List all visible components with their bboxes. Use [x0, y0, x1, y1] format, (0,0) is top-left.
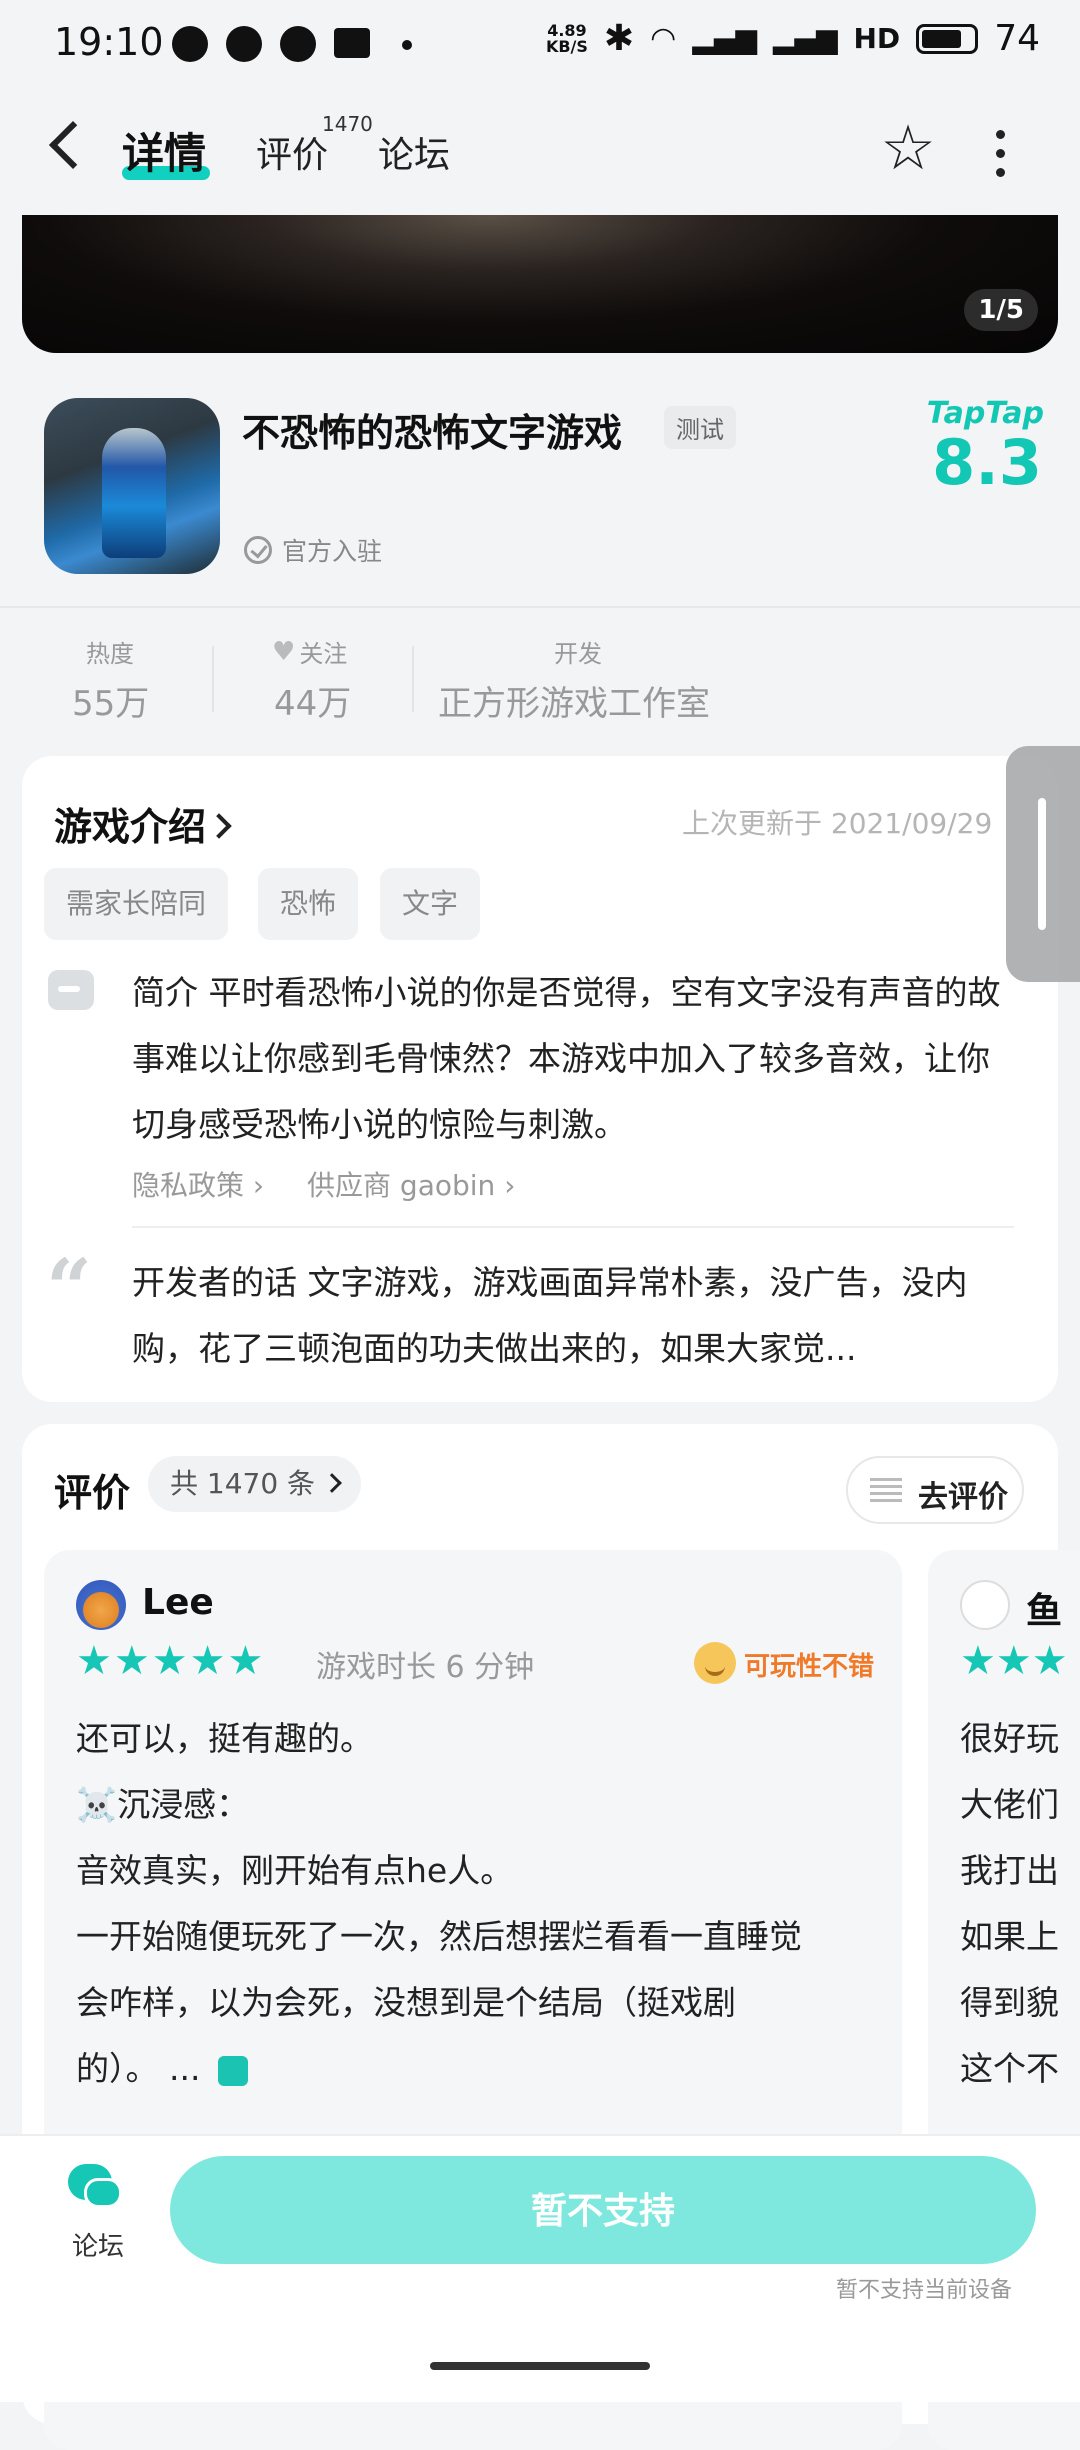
bluetooth-icon: ✱ [603, 18, 635, 59]
test-badge: 测试 [664, 406, 736, 449]
review-playtime: 游戏时长 6 分钟 [316, 1650, 535, 1685]
review-text: 还可以，挺有趣的。 ☠️沉浸感： 音效真实，刚开始有点he人。 一开始随便玩死了… [76, 1719, 802, 2088]
download-button[interactable]: 暂不支持 [170, 2156, 1036, 2264]
quote-icon: “ [46, 1241, 93, 1335]
forum-icon[interactable] [68, 2164, 122, 2210]
rating-stars: ★★★ [960, 1638, 1068, 1684]
write-review-icon [870, 1478, 902, 1504]
heart-icon: ♥ [272, 636, 296, 667]
network-type: HD [853, 22, 901, 55]
tab-reviews[interactable]: 评价 [256, 126, 328, 178]
top-nav: 详情 评价 1470 论坛 ☆ [0, 90, 1080, 215]
stat-label-developer: 开发 [554, 640, 602, 668]
tag-horror[interactable]: 恐怖 [258, 868, 359, 940]
rating-score: 8.3 [932, 426, 1042, 499]
game-title: 不恐怖的恐怖文字游戏 [242, 411, 623, 455]
tab-forum[interactable]: 论坛 [378, 126, 450, 178]
review-username[interactable]: Lee [142, 1582, 214, 1623]
forum-label[interactable]: 论坛 [72, 2226, 124, 2263]
avatar[interactable] [960, 1580, 1010, 1630]
reviews-title: 评价 [54, 1471, 131, 1515]
developer-words[interactable]: 开发者的话 文字游戏，游戏画面异常朴素，没广告，没内购，花了三顿泡面的功夫做出来… [132, 1250, 1012, 1382]
verified-check-icon [244, 536, 272, 564]
unsupported-note: 暂不支持当前设备 [836, 2278, 1013, 2303]
divider [0, 606, 1080, 608]
notification-icon [172, 26, 208, 62]
stat-separator [412, 646, 414, 712]
write-review-button[interactable]: 去评价 [846, 1456, 1024, 1524]
official-badge: 官方入驻 [244, 532, 382, 568]
review-text: 很好玩 大佬们 我打出 如果上 得到貌 这个不 [960, 1719, 1059, 2088]
update-time: 上次更新于 2021/09/29 [682, 807, 993, 840]
battery-level: 74 [994, 18, 1040, 59]
stat-label-popularity: 热度 [86, 640, 134, 668]
signal-icon-2: ▂▄▆ [772, 22, 838, 55]
game-description: 简介 平时看恐怖小说的你是否觉得，空有文字没有声音的故事难以让你感到毛骨悚然？本… [132, 973, 1001, 1144]
stat-value-follow: 44万 [274, 684, 352, 724]
smile-icon [694, 1642, 736, 1684]
status-bar: 19:10 4.89 KB/S ✱ ◠ ▂▄▆ ▂▄▆ HD 74 [0, 0, 1080, 90]
signal-icon-1: ▂▄▆ [692, 22, 757, 55]
chevron-right-icon [206, 812, 232, 839]
battery-icon [916, 23, 979, 54]
wifi-icon: ◠ [650, 21, 677, 56]
game-icon[interactable] [44, 398, 220, 574]
tag-parental[interactable]: 需家长陪同 [44, 868, 229, 940]
banner-page-counter: 1/5 [964, 289, 1038, 331]
developer-link[interactable]: 正方形游戏工作室 [438, 676, 710, 725]
stat-value-popularity: 55万 [72, 684, 150, 724]
follow-star-icon[interactable]: ☆ [876, 116, 940, 180]
tab-details[interactable]: 详情 [122, 120, 206, 181]
supplier-link[interactable]: 供应商 gaobin › [307, 1169, 515, 1202]
stat-separator [212, 646, 214, 712]
image-icon [218, 2055, 249, 2086]
stat-label-follow: ♥ 关注 [272, 636, 348, 669]
intro-links: 隐私政策 › 供应商 gaobin › [132, 1164, 515, 1204]
more-options-icon[interactable] [996, 130, 1006, 187]
back-icon[interactable] [48, 120, 98, 170]
intro-title[interactable]: 游戏介绍 [54, 796, 232, 851]
mail-icon [334, 28, 370, 58]
tag-text[interactable]: 文字 [380, 868, 481, 940]
media-banner[interactable]: 1/5 [22, 215, 1058, 353]
home-indicator[interactable] [430, 2362, 650, 2370]
rating-stars: ★★★★★ [76, 1638, 266, 1684]
chevron-right-icon [322, 1473, 342, 1493]
net-speed: 4.89 KB/S [545, 20, 588, 56]
description-icon [48, 970, 94, 1010]
status-time: 19:10 [54, 20, 164, 64]
chat-icon [226, 26, 262, 62]
reviews-count-button[interactable]: 共 1470 条 [148, 1456, 362, 1512]
app-icon [280, 26, 316, 62]
privacy-policy-link[interactable]: 隐私政策 › [132, 1169, 264, 1202]
scroll-handle[interactable] [1006, 746, 1080, 982]
more-notifications-dot-icon [402, 40, 412, 50]
tab-reviews-count: 1470 [322, 112, 373, 136]
avatar[interactable] [76, 1580, 126, 1630]
review-username[interactable]: 鱼 [1026, 1582, 1062, 1634]
divider [132, 1226, 1014, 1228]
review-tag: 可玩性不错 [744, 1652, 875, 1682]
